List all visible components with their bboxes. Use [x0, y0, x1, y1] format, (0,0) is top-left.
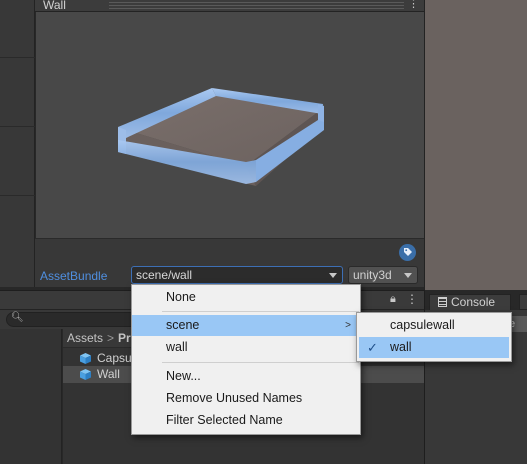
preview-header: Wall ⋮ [35, 0, 424, 12]
search-icon: 🔍︎ [11, 312, 24, 323]
kebab-menu-icon[interactable]: ⋮ [406, 292, 418, 306]
scene-submenu: capsulewall ✓ wall [356, 312, 512, 362]
menu-item-filter-selected-name[interactable]: Filter Selected Name [132, 410, 360, 431]
chevron-right-icon: > [107, 331, 115, 345]
lock-icon[interactable]: 🔒︎ [390, 293, 396, 306]
wall-model-render [118, 88, 324, 186]
menu-item-remove-unused-names[interactable]: Remove Unused Names [132, 388, 360, 409]
preview-title: Wall [43, 0, 66, 12]
asset-item-label: Wall [97, 367, 120, 381]
chevron-right-icon: > [345, 320, 351, 331]
divider [0, 57, 35, 58]
divider [0, 126, 35, 127]
asset-bundle-name-value: scene/wall [136, 268, 193, 282]
submenu-item-wall[interactable]: ✓ wall [359, 337, 509, 358]
scene-view[interactable] [424, 0, 527, 290]
asset-bundle-variant-value: unity3d [353, 268, 392, 282]
tab-console-label: Console [451, 295, 496, 309]
asset-bundle-label: AssetBundle [40, 269, 108, 283]
menu-item-scene[interactable]: scene > [132, 315, 360, 336]
menu-item-none[interactable]: None [132, 287, 360, 308]
submenu-item-capsulewall[interactable]: capsulewall [359, 315, 509, 336]
menu-separator [162, 362, 359, 363]
tab-console[interactable]: Console [429, 294, 511, 310]
folder-tree[interactable] [0, 329, 62, 464]
submenu-item-label: wall [390, 340, 412, 354]
checkmark-icon: ✓ [367, 340, 378, 355]
prefab-cube-icon [80, 353, 91, 364]
menu-item-wall[interactable]: wall [132, 337, 360, 358]
asset-item-label: Capsu [97, 351, 132, 365]
divider [0, 195, 35, 196]
left-panel-strip [0, 0, 35, 287]
breadcrumb-item[interactable]: Pr [118, 331, 131, 345]
asset-bundle-bar: AssetBundle scene/wall unity3d [35, 238, 424, 287]
prefab-cube-icon [80, 369, 91, 380]
tag-icon[interactable] [399, 244, 416, 261]
drag-grip[interactable] [109, 2, 404, 3]
asset-bundle-variant-dropdown[interactable]: unity3d [348, 266, 418, 284]
menu-item-new[interactable]: New... [132, 366, 360, 387]
menu-item-label: scene [166, 318, 200, 332]
console-icon [438, 297, 447, 307]
menu-separator [162, 311, 359, 312]
model-preview[interactable] [36, 12, 424, 238]
asset-bundle-name-dropdown[interactable]: scene/wall [131, 266, 343, 284]
breadcrumb-item[interactable]: Assets [67, 331, 103, 345]
tab-next[interactable] [519, 294, 527, 310]
asset-bundle-dropdown-menu: None scene > wall New... Remove Unused N… [131, 284, 361, 435]
kebab-menu-icon[interactable]: ⋮ [408, 0, 419, 10]
console-tab-bar: Console [424, 290, 527, 310]
chevron-down-icon [329, 273, 337, 278]
chevron-down-icon [404, 273, 412, 278]
